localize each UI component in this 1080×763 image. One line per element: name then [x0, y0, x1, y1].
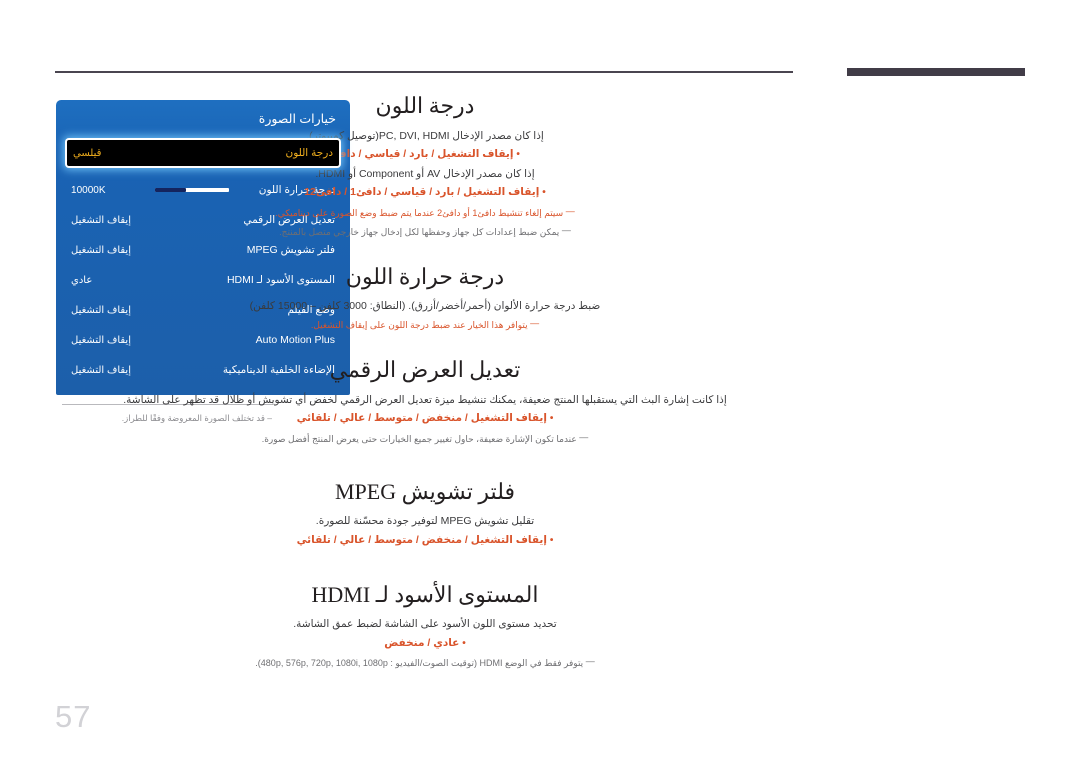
bullet-icon: •: [549, 534, 554, 546]
note-dash-icon: ―: [565, 206, 576, 217]
note-text: عندما تكون الإشارة ضعيفة، حاول تغيير جمي…: [261, 434, 577, 445]
bullet-icon: •: [542, 187, 546, 199]
section-digital-clean-view: تعديل العرض الرقمي إذا كانت إشارة البث ا…: [75, 356, 775, 448]
options-text: إيقاف التشغيل / بارد / قياسي / دافئ1 / د…: [304, 186, 540, 199]
section-note-1: ― سيتم إلغاء تنشيط دافئ1 أو دافئ2 عندما …: [75, 203, 775, 222]
section-mpeg-noise-filter: فلتر تشويش MPEG تقليل تشويش MPEG لتوفير …: [75, 478, 775, 551]
bullet-icon: •: [549, 413, 554, 425]
section-title: تعديل العرض الرقمي: [329, 357, 521, 383]
content-column: درجة اللون إذا كان مصدر الإدخال PC, DVI,…: [75, 92, 775, 676]
section-hdmi-black-level: المستوى الأسود لـ HDMI تحديد مستوى اللون…: [75, 581, 775, 673]
section-title: درجة حرارة اللون: [345, 263, 505, 289]
note-text: يمكن ضبط إعدادات كل جهاز وحفظها لكل إدخا…: [279, 226, 560, 237]
note-dash-icon: ―: [561, 224, 572, 235]
note-text: سيتم إلغاء تنشيط دافئ1 أو دافئ2 عندما يت…: [275, 208, 564, 219]
section-description: تحديد مستوى اللون الأسود على الشاشة لضبط…: [293, 618, 557, 631]
options-text: عادي / منخفض: [384, 636, 460, 649]
note-dash-icon: ―: [585, 656, 596, 667]
section-note-1: ― يتوافر هذا الخيار عند ضبط درجة اللون ع…: [75, 315, 775, 334]
section-description: ضبط درجة حرارة الألوان (أحمر/أخضر/أزرق).…: [249, 300, 601, 313]
section-description: تقليل تشويش MPEG لتوفير جودة محسّنة للصو…: [315, 515, 535, 528]
section-options: • عادي / منخفض: [75, 634, 775, 654]
section-title: فلتر تشويش MPEG: [335, 478, 515, 504]
osd-row-label: درجة اللون: [285, 147, 333, 159]
section-options: • إيقاف التشغيل / منخفض / متوسط / عالي /…: [75, 531, 775, 551]
page-number: 57: [55, 699, 92, 734]
section-options-2: • إيقاف التشغيل / بارد / قياسي / دافئ1 /…: [75, 183, 775, 203]
note-dash-icon: ―: [530, 318, 540, 329]
options-text: إيقاف التشغيل / منخفض / متوسط / عالي / ت…: [296, 533, 547, 546]
osd-row-value: قيلسي: [73, 147, 102, 159]
header-thick-rule: [847, 68, 1025, 76]
section-description: إذا كانت إشارة البث التي يستقبلها المنتج…: [123, 393, 727, 406]
header-decoration: [55, 68, 1025, 78]
options-text: إيقاف التشغيل / بارد / قياسي / دافئ: [330, 147, 514, 160]
section-color-temperature: درجة حرارة اللون ضبط درجة حرارة الألوان …: [75, 263, 775, 335]
section-description-2: إذا كان مصدر الإدخال AV أو Component أو …: [315, 167, 535, 180]
osd-row-color-tone[interactable]: درجة اللون قيلسي: [67, 140, 339, 166]
note-dash-icon: ―: [579, 432, 589, 443]
header-thin-rule: [55, 71, 793, 73]
bullet-icon: •: [462, 637, 466, 649]
note-text: يتوفر فقط في الوضع HDMI (توقيت الصوت/الف…: [255, 658, 584, 669]
section-note-1: ― يتوفر فقط في الوضع HDMI (توقيت الصوت/ا…: [75, 653, 775, 672]
note-text: يتوافر هذا الخيار عند ضبط درجة اللون على…: [310, 320, 528, 331]
section-color-tone: درجة اللون إذا كان مصدر الإدخال PC, DVI,…: [75, 92, 775, 241]
section-options: • إيقاف التشغيل / منخفض / متوسط / عالي /…: [75, 409, 775, 429]
bullet-icon: •: [516, 148, 520, 160]
section-title: المستوى الأسود لـ HDMI: [311, 581, 539, 607]
section-note-2: ― يمكن ضبط إعدادات كل جهاز وحفظها لكل إد…: [75, 222, 775, 241]
section-note-1: ― عندما تكون الإشارة ضعيفة، حاول تغيير ج…: [75, 429, 775, 448]
options-text: إيقاف التشغيل / منخفض / متوسط / عالي / ت…: [296, 412, 547, 425]
manual-page: خيارات الصورة درجة اللون قيلسي درجة حرار…: [0, 0, 1080, 763]
section-title: درجة اللون: [375, 93, 475, 118]
